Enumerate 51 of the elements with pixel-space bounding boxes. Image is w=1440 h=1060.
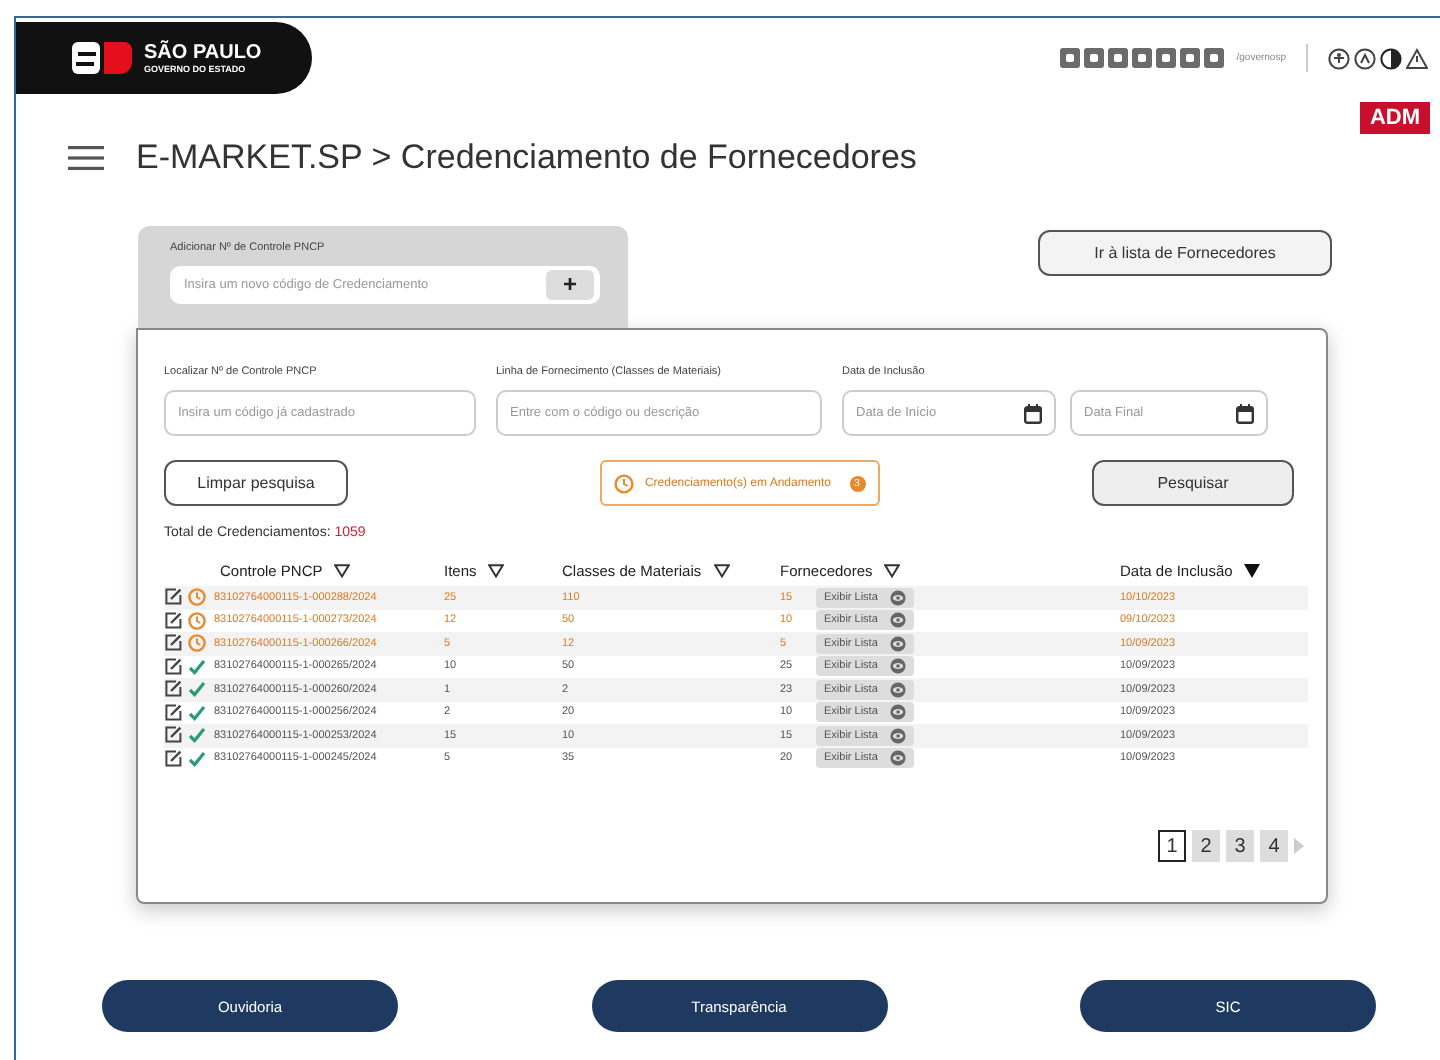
social-icon[interactable] (1204, 48, 1225, 68)
filter-icon[interactable] (488, 564, 505, 578)
social-icon[interactable] (1180, 48, 1201, 68)
search-button[interactable]: Pesquisar (1091, 460, 1294, 506)
user-badge: ADM (1359, 102, 1430, 134)
clock-icon (188, 634, 206, 653)
clock-icon (188, 611, 206, 630)
social-icon[interactable] (1084, 48, 1105, 68)
edit-icon[interactable] (164, 749, 182, 768)
accessibility-icon[interactable] (1328, 47, 1350, 69)
social-icon[interactable] (1132, 48, 1153, 68)
edit-icon[interactable] (164, 634, 182, 653)
eye-icon (889, 658, 906, 675)
social-icon[interactable] (1156, 48, 1177, 68)
accessibility-icon[interactable] (1354, 47, 1376, 69)
page-button[interactable]: 1 (1158, 830, 1186, 862)
social-icon[interactable] (1108, 48, 1129, 68)
page-button[interactable]: 2 (1192, 830, 1220, 862)
sp-mark-icon (72, 40, 132, 76)
edit-icon[interactable] (164, 657, 182, 676)
eye-icon (889, 612, 906, 629)
edit-icon[interactable] (164, 726, 182, 745)
clear-search-button[interactable]: Limpar pesquisa (164, 460, 348, 506)
eye-icon (889, 704, 906, 721)
filter-icon[interactable] (884, 564, 901, 578)
eye-icon (889, 589, 906, 606)
calendar-icon[interactable] (1024, 403, 1042, 423)
edit-icon[interactable] (164, 588, 182, 607)
page-button[interactable]: 3 (1226, 830, 1254, 862)
eye-icon (889, 681, 906, 698)
page-title: E-MARKET.SP > Credenciamento de Fornecedores (136, 138, 917, 178)
logo-title: SÃO PAULO (144, 41, 262, 63)
page-button[interactable]: 4 (1260, 830, 1288, 862)
social-icon[interactable] (1060, 48, 1081, 68)
eye-icon (889, 635, 906, 652)
edit-icon[interactable] (164, 680, 182, 699)
add-button[interactable]: + (546, 270, 594, 300)
sort-icon[interactable] (1244, 564, 1261, 578)
calendar-icon[interactable] (1236, 403, 1254, 423)
eye-icon (889, 727, 906, 744)
filter-icon[interactable] (713, 564, 730, 578)
filter-icon[interactable] (334, 564, 351, 578)
eye-icon (889, 750, 906, 767)
clock-icon (188, 588, 206, 607)
edit-icon[interactable] (164, 611, 182, 630)
warning-icon[interactable] (1406, 47, 1428, 69)
contrast-icon[interactable] (1380, 47, 1402, 69)
menu-icon[interactable] (68, 144, 104, 172)
supplier-list-button[interactable]: Ir à lista de Fornecedores (1038, 230, 1332, 276)
edit-icon[interactable] (164, 703, 182, 722)
clock-icon (614, 473, 635, 493)
